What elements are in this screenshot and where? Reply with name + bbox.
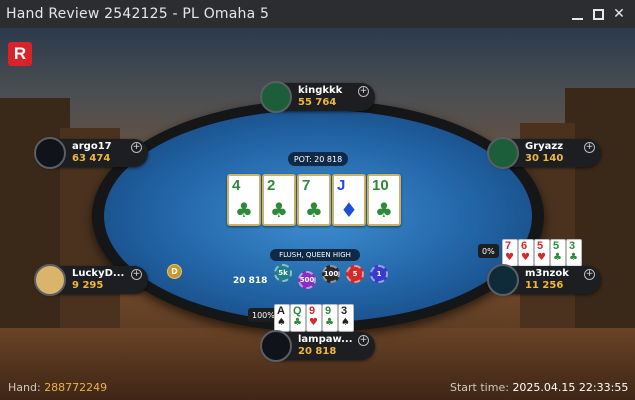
hole-card: 5 ♥ (534, 239, 550, 267)
brand-logo: R (8, 42, 32, 66)
add-note-icon[interactable]: + (358, 335, 369, 346)
add-note-icon[interactable]: + (131, 142, 142, 153)
player-stack: 63 474 (72, 153, 111, 164)
equity-badge: 0% (478, 244, 499, 258)
avatar (487, 264, 519, 296)
player-name: m3nzok (525, 268, 569, 279)
player-name: Gryazz (525, 141, 564, 152)
board-card: 10 ♣ (367, 174, 401, 226)
hole-card: A ♠ (274, 304, 290, 332)
hole-card: 3 ♣ (566, 239, 582, 267)
player-seat-lampaw[interactable]: lampaw... 20 818 + (260, 330, 375, 362)
hand-rank-label: FLUSH, QUEEN HIGH (270, 249, 360, 261)
player-seat-gryazz[interactable]: Gryazz 30 140 + (487, 137, 601, 169)
pot-label: POT: 20 818 (288, 152, 348, 166)
hole-card: 3 ♠ (338, 304, 354, 332)
hole-card: Q ♣ (290, 304, 306, 332)
player-name: lampaw... (298, 334, 353, 345)
player-stack: 9 295 (72, 280, 104, 291)
avatar (34, 264, 66, 296)
hole-card: 5 ♣ (550, 239, 566, 267)
hole-card: 9 ♣ (322, 304, 338, 332)
maximize-icon[interactable] (589, 5, 607, 23)
hole-card: 9 ♥ (306, 304, 322, 332)
hole-card: 7 ♥ (502, 239, 518, 267)
board-card: J ♦ (332, 174, 366, 226)
player-seat-argo17[interactable]: argo17 63 474 + (34, 137, 148, 169)
hand-review-window: Hand Review 2542125 - PL Omaha 5 ✕ R POT… (0, 0, 635, 400)
board-card: 2 ♣ (262, 174, 296, 226)
player-seat-kingkkk[interactable]: kingkkk 55 764 + (260, 81, 375, 113)
chip-500: 500 (298, 271, 316, 289)
player-name: argo17 (72, 141, 112, 152)
avatar (260, 81, 292, 113)
hole-card: 6 ♥ (518, 239, 534, 267)
player-stack: 55 764 (298, 97, 337, 108)
minimize-icon[interactable] (568, 5, 586, 23)
bet-amount: 20 818 (233, 276, 268, 286)
start-time: Start time: 2025.04.15 22:33:55 (450, 381, 629, 394)
player-stack: 20 818 (298, 346, 337, 357)
player-seat-luckyd[interactable]: LuckyD... 9 295 + (34, 264, 148, 296)
player-stack: 30 140 (525, 153, 564, 164)
player-stack: 11 256 (525, 280, 564, 291)
board-card: 4 ♣ (227, 174, 261, 226)
avatar (487, 137, 519, 169)
chip-100: 100 (322, 265, 340, 283)
add-note-icon[interactable]: + (358, 86, 369, 97)
player-seat-m3nzok[interactable]: m3nzok 11 256 + (487, 264, 601, 296)
close-icon[interactable]: ✕ (610, 5, 628, 23)
board-card: 7 ♣ (297, 174, 331, 226)
dealer-button: D (167, 264, 182, 279)
player-name: kingkkk (298, 85, 343, 96)
chip-5k: 5k (274, 264, 292, 282)
avatar (260, 330, 292, 362)
add-note-icon[interactable]: + (584, 142, 595, 153)
title-bar: Hand Review 2542125 - PL Omaha 5 ✕ (0, 0, 635, 28)
avatar (34, 137, 66, 169)
chip-1: 1 (370, 265, 388, 283)
add-note-icon[interactable]: + (131, 269, 142, 280)
window-title: Hand Review 2542125 - PL Omaha 5 (6, 6, 270, 22)
player-name: LuckyD... (72, 268, 125, 279)
add-note-icon[interactable]: + (584, 269, 595, 280)
chip-5: 5 (346, 265, 364, 283)
hand-id: Hand: 288772249 (8, 381, 108, 394)
